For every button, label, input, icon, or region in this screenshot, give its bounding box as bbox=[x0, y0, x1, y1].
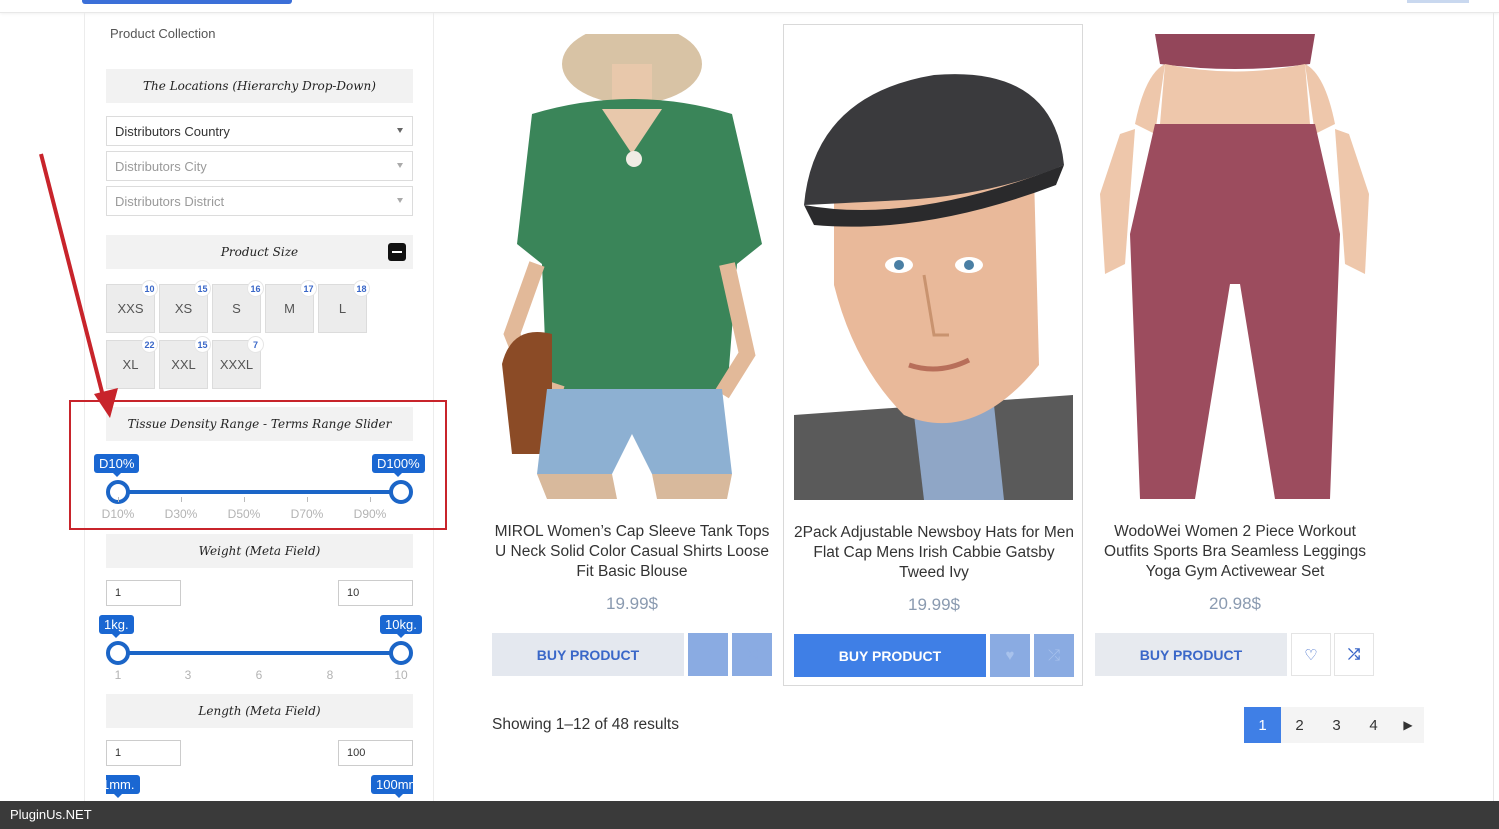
size-heading: Product Size bbox=[106, 235, 413, 269]
product-title[interactable]: MIROL Women’s Cap Sleeve Tank Tops U Nec… bbox=[482, 522, 782, 582]
size-label: L bbox=[338, 301, 347, 316]
size-label: M bbox=[284, 301, 295, 316]
length-min-input[interactable] bbox=[106, 740, 181, 766]
district-select[interactable]: Distributors District bbox=[106, 186, 413, 216]
weight-tick-label: 1 bbox=[114, 668, 122, 682]
product-card[interactable]: MIROL Women’s Cap Sleeve Tank Tops U Nec… bbox=[482, 24, 782, 686]
footer-brand[interactable]: PluginUs.NET bbox=[10, 807, 92, 822]
count-badge: 17 bbox=[300, 280, 317, 297]
results-count: Showing 1–12 of 48 results bbox=[492, 716, 679, 733]
weight-min-tooltip: 1kg. bbox=[99, 615, 134, 638]
page-4-button[interactable]: 4 bbox=[1355, 707, 1392, 743]
annotation-arrow-icon bbox=[39, 153, 118, 418]
product-title[interactable]: 2Pack Adjustable Newsboy Hats for Men Fl… bbox=[784, 523, 1084, 583]
sidebar-title: Product Collection bbox=[110, 26, 216, 41]
product-card[interactable]: 2Pack Adjustable Newsboy Hats for Men Fl… bbox=[783, 24, 1083, 686]
size-option-m[interactable]: M 17 bbox=[265, 280, 317, 333]
buy-product-button[interactable]: BUY PRODUCT bbox=[492, 633, 684, 676]
heart-icon[interactable]: ♥ bbox=[688, 633, 728, 676]
size-option-xxxl[interactable]: XXXL 7 bbox=[212, 336, 264, 389]
footer-bar: PluginUs.NET bbox=[0, 801, 1499, 829]
weight-tick-label: 8 bbox=[326, 668, 334, 682]
product-title[interactable]: WodoWei Women 2 Piece Workout Outfits Sp… bbox=[1085, 522, 1385, 582]
page-3-button[interactable]: 3 bbox=[1318, 707, 1355, 743]
product-price: 19.99$ bbox=[606, 594, 658, 613]
city-select[interactable]: Distributors City bbox=[106, 151, 413, 181]
size-label: XXXL bbox=[219, 357, 254, 372]
size-heading-label: Product Size bbox=[220, 245, 299, 259]
weight-heading: Weight (Meta Field) bbox=[106, 534, 413, 568]
weight-tick-label: 3 bbox=[184, 668, 192, 682]
page-1-button[interactable]: 1 bbox=[1244, 707, 1281, 743]
pagination: 1 2 3 4 ▶ bbox=[1244, 707, 1424, 743]
size-label: XXL bbox=[171, 357, 196, 372]
product-price: 19.99$ bbox=[908, 595, 960, 614]
count-badge: 18 bbox=[353, 280, 370, 297]
shuffle-icon[interactable]: ⤮ bbox=[1334, 633, 1374, 676]
size-option-xxl[interactable]: XXL 15 bbox=[159, 336, 211, 389]
product-price: 20.98$ bbox=[1209, 594, 1261, 613]
buy-product-button[interactable]: BUY PRODUCT bbox=[1095, 633, 1287, 676]
locations-heading: The Locations (Hierarchy Drop-Down) bbox=[106, 69, 413, 103]
buy-product-button[interactable]: BUY PRODUCT bbox=[794, 634, 986, 677]
chevron-down-icon bbox=[397, 163, 403, 168]
weight-range-slider[interactable]: 1kg. 10kg. 1 3 6 8 10 bbox=[99, 614, 422, 684]
page-2-button[interactable]: 2 bbox=[1281, 707, 1318, 743]
size-label: S bbox=[232, 301, 241, 316]
weight-min-handle[interactable] bbox=[106, 641, 130, 665]
shuffle-icon[interactable]: ⤮ bbox=[1034, 634, 1074, 677]
caret-right-icon[interactable]: ▶ bbox=[1392, 707, 1424, 743]
country-select-label: Distributors Country bbox=[115, 124, 230, 139]
size-option-s[interactable]: S 16 bbox=[212, 280, 264, 333]
length-max-tooltip: 100mm. bbox=[371, 775, 413, 798]
weight-tick-label: 10 bbox=[394, 668, 408, 682]
weight-max-handle[interactable] bbox=[389, 641, 413, 665]
count-badge: 22 bbox=[141, 336, 158, 353]
count-badge: 10 bbox=[141, 280, 158, 297]
heart-icon[interactable]: ♡ bbox=[1291, 633, 1331, 676]
weight-max-input[interactable] bbox=[338, 580, 413, 606]
length-range-slider[interactable]: 1mm. 100mm. bbox=[106, 774, 413, 801]
header-actions[interactable] bbox=[1407, 0, 1469, 3]
heart-icon[interactable]: ♥ bbox=[990, 634, 1030, 677]
product-image[interactable] bbox=[492, 34, 771, 499]
count-badge: 16 bbox=[247, 280, 264, 297]
count-badge: 15 bbox=[194, 280, 211, 297]
length-min-tooltip: 1mm. bbox=[106, 775, 140, 798]
weight-tick-label: 6 bbox=[255, 668, 263, 682]
size-label: XS bbox=[174, 301, 193, 316]
size-option-l[interactable]: L 18 bbox=[318, 280, 370, 333]
top-header bbox=[0, 0, 1499, 13]
chevron-down-icon bbox=[397, 128, 403, 133]
weight-max-tooltip: 10kg. bbox=[380, 615, 422, 638]
chevron-down-icon bbox=[397, 198, 403, 203]
count-badge: 15 bbox=[194, 336, 211, 353]
page-scrollbar[interactable] bbox=[1493, 13, 1499, 801]
size-option-xs[interactable]: XS 15 bbox=[159, 280, 211, 333]
site-logo[interactable] bbox=[82, 0, 292, 4]
count-badge: 7 bbox=[247, 336, 264, 353]
district-select-label: Distributors District bbox=[115, 194, 225, 209]
collapse-minus-icon[interactable] bbox=[388, 243, 406, 261]
length-max-input[interactable] bbox=[338, 740, 413, 766]
weight-track[interactable] bbox=[117, 651, 402, 655]
shuffle-icon[interactable]: ⤮ bbox=[732, 633, 772, 676]
product-image[interactable] bbox=[794, 35, 1073, 500]
length-heading: Length (Meta Field) bbox=[106, 694, 413, 728]
product-card[interactable]: WodoWei Women 2 Piece Workout Outfits Sp… bbox=[1085, 24, 1385, 686]
country-select[interactable]: Distributors Country bbox=[106, 116, 413, 146]
weight-min-input[interactable] bbox=[106, 580, 181, 606]
product-image[interactable] bbox=[1095, 34, 1374, 499]
